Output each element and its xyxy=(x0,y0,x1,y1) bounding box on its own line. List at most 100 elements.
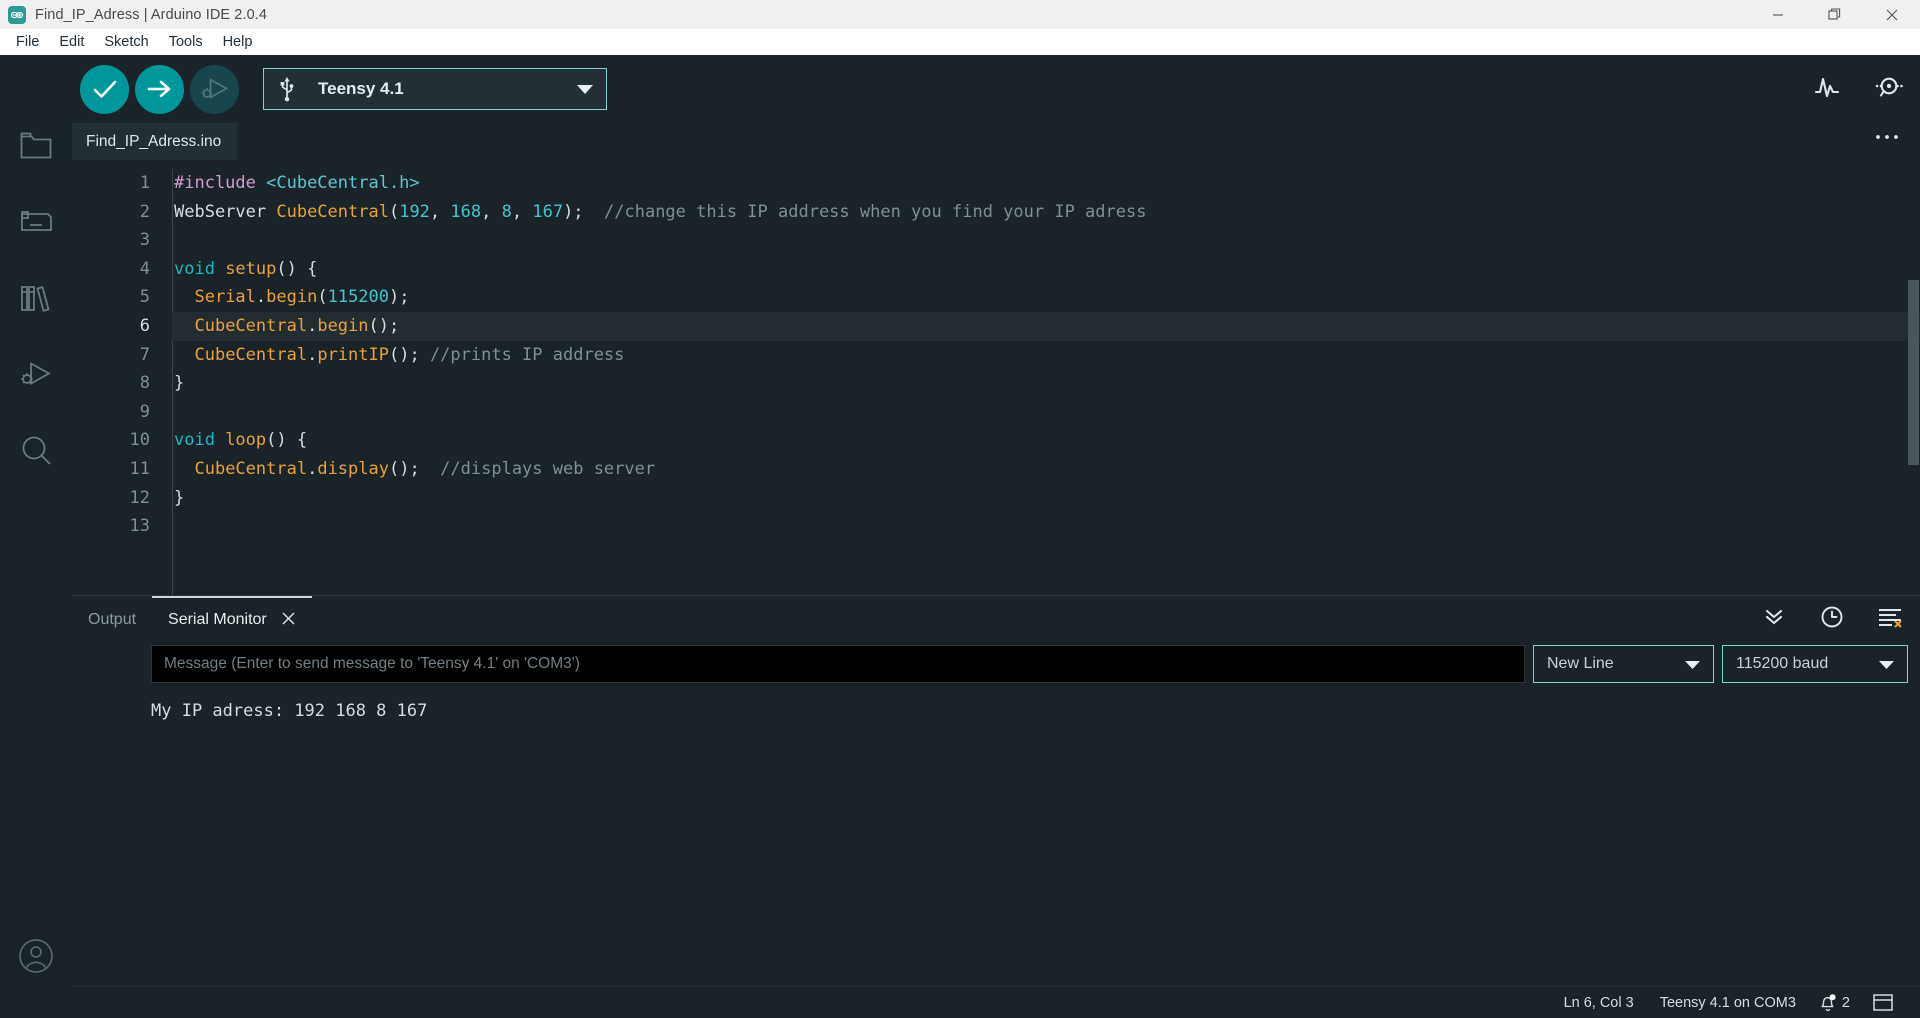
code-token: 167 xyxy=(532,201,564,222)
arduino-logo-icon xyxy=(8,5,26,24)
menu-tools[interactable]: Tools xyxy=(159,31,213,53)
scroll-to-bottom-button[interactable] xyxy=(1760,605,1788,633)
verify-button[interactable] xyxy=(80,64,129,114)
activity-bar-bottom xyxy=(0,918,72,1018)
editor-tab-find-ip-adress[interactable]: Find_IP_Adress.ino xyxy=(72,123,238,160)
code-line[interactable]: #include <CubeCentral.h> xyxy=(172,169,1920,198)
serial-monitor-button[interactable] xyxy=(1872,72,1906,106)
code-token: void xyxy=(174,430,226,451)
sidebar-item-library-manager[interactable] xyxy=(0,260,72,336)
code-token: <CubeCentral.h> xyxy=(266,173,420,193)
line-ending-select[interactable]: New Line xyxy=(1533,645,1714,683)
panel-tab-serial-monitor[interactable]: Serial Monitor xyxy=(152,596,312,642)
clear-output-button[interactable] xyxy=(1876,605,1904,633)
code-token: ); xyxy=(563,201,605,222)
code-token: . xyxy=(307,344,318,365)
menu-help[interactable]: Help xyxy=(213,31,263,53)
code-area[interactable]: #include <CubeCentral.h> WebServer CubeCe… xyxy=(172,160,1920,595)
editor-scrollbar-thumb[interactable] xyxy=(1908,280,1919,465)
menu-sketch[interactable]: Sketch xyxy=(94,31,158,53)
code-line[interactable]: } xyxy=(172,484,1920,513)
minimize-icon[interactable] xyxy=(1749,0,1806,29)
code-token: (); xyxy=(368,315,400,336)
code-token: , xyxy=(511,201,533,222)
code-token: setup xyxy=(225,258,277,279)
code-token: CubeCentral xyxy=(194,344,308,365)
code-line[interactable] xyxy=(172,398,1920,427)
code-editor[interactable]: 1 2 3 4 5 6 7 8 9 10 11 12 13 #include <CubeCentral.… xyxy=(72,160,1920,595)
code-line[interactable]: WebServer CubeCentral(192, 168, 8, 167);… xyxy=(172,198,1920,227)
code-token: display xyxy=(317,458,389,479)
code-token: CubeCentral xyxy=(194,458,308,479)
sidebar-item-sketchbook[interactable] xyxy=(0,108,72,184)
line-number-gutter: 1 2 3 4 5 6 7 8 9 10 11 12 13 xyxy=(72,160,172,595)
line-number: 1 xyxy=(139,173,150,193)
editor-tab-label: Find_IP_Adress.ino xyxy=(86,132,222,150)
line-number: 12 xyxy=(129,487,150,508)
bottom-panel: Output Serial Monitor Message (Enter to … xyxy=(72,595,1920,986)
ellipsis-icon[interactable] xyxy=(1874,123,1900,160)
code-line[interactable]: void loop() { xyxy=(172,426,1920,455)
board-selector[interactable]: Teensy 4.1 xyxy=(263,68,607,110)
arduino-ide-window: Find_IP_Adress | Arduino IDE 2.0.4 File … xyxy=(0,0,1920,1018)
code-line[interactable]: } xyxy=(172,369,1920,398)
chevron-down-icon xyxy=(1878,659,1895,670)
editor-vertical-scrollbar[interactable] xyxy=(1906,160,1920,595)
code-token: WebServer xyxy=(174,201,277,222)
line-number: 2 xyxy=(139,201,150,222)
editor-tab-bar: Find_IP_Adress.ino xyxy=(72,123,1920,160)
usb-icon xyxy=(278,76,296,102)
sidebar-item-debug[interactable] xyxy=(0,336,72,412)
line-number: 6 xyxy=(139,315,150,336)
toggle-timestamp-button[interactable] xyxy=(1818,605,1846,633)
activity-bar-top xyxy=(0,55,72,488)
toolbar-right-actions xyxy=(1810,72,1906,106)
line-number: 7 xyxy=(139,344,150,365)
code-line[interactable]: CubeCentral.display(); //displays web se… xyxy=(172,455,1920,484)
line-number: 5 xyxy=(139,287,150,308)
serial-monitor-icon xyxy=(1874,74,1904,105)
menu-edit[interactable]: Edit xyxy=(49,31,94,53)
code-line[interactable] xyxy=(172,512,1920,541)
panel-tools xyxy=(1760,596,1904,642)
account-icon[interactable] xyxy=(0,918,72,994)
status-bar: Ln 6, Col 3 Teensy 4.1 on COM3 2 xyxy=(72,986,1920,1018)
toggle-panel-button[interactable] xyxy=(1860,994,1906,1011)
window-title: Find_IP_Adress | Arduino IDE 2.0.4 xyxy=(35,6,268,23)
code-line[interactable]: CubeCentral.printIP(); //prints IP addre… xyxy=(172,341,1920,370)
code-token: Serial xyxy=(194,287,256,308)
code-token: printIP xyxy=(317,344,389,365)
activity-bar xyxy=(0,55,72,1018)
code-line[interactable]: CubeCentral.begin(); xyxy=(172,311,1920,341)
serial-plotter-button[interactable] xyxy=(1810,72,1844,106)
debug-button[interactable] xyxy=(190,64,239,114)
menu-file[interactable]: File xyxy=(6,31,49,53)
notifications-button[interactable]: 2 xyxy=(1809,993,1860,1012)
code-line[interactable]: Serial.begin(115200); xyxy=(172,283,1920,312)
sidebar-item-boards-manager[interactable] xyxy=(0,184,72,260)
code-token: . xyxy=(255,287,267,308)
line-number: 8 xyxy=(139,373,150,394)
notification-count: 2 xyxy=(1841,994,1850,1011)
serial-message-input[interactable]: Message (Enter to send message to 'Teens… xyxy=(151,645,1525,683)
baud-rate-select[interactable]: 115200 baud xyxy=(1722,645,1908,683)
close-icon[interactable] xyxy=(281,611,296,629)
maximize-icon[interactable] xyxy=(1806,0,1863,29)
cursor-position[interactable]: Ln 6, Col 3 xyxy=(1551,995,1647,1011)
code-line[interactable]: void setup() { xyxy=(172,255,1920,284)
debug-icon xyxy=(19,360,53,388)
code-line[interactable] xyxy=(172,226,1920,255)
panel-tab-output[interactable]: Output xyxy=(72,596,152,642)
code-token: CubeCentral xyxy=(276,201,389,222)
upload-button[interactable] xyxy=(135,64,184,114)
status-board[interactable]: Teensy 4.1 on COM3 xyxy=(1647,995,1809,1011)
main-column: Teensy 4.1 Find_IP_Adress.ino 1 2 3 4 5 … xyxy=(72,55,1920,1018)
line-number: 13 xyxy=(129,516,150,537)
code-token: , xyxy=(481,201,502,222)
sidebar-item-search[interactable] xyxy=(0,412,72,488)
line-number: 9 xyxy=(139,401,150,422)
close-icon[interactable] xyxy=(1863,0,1920,29)
